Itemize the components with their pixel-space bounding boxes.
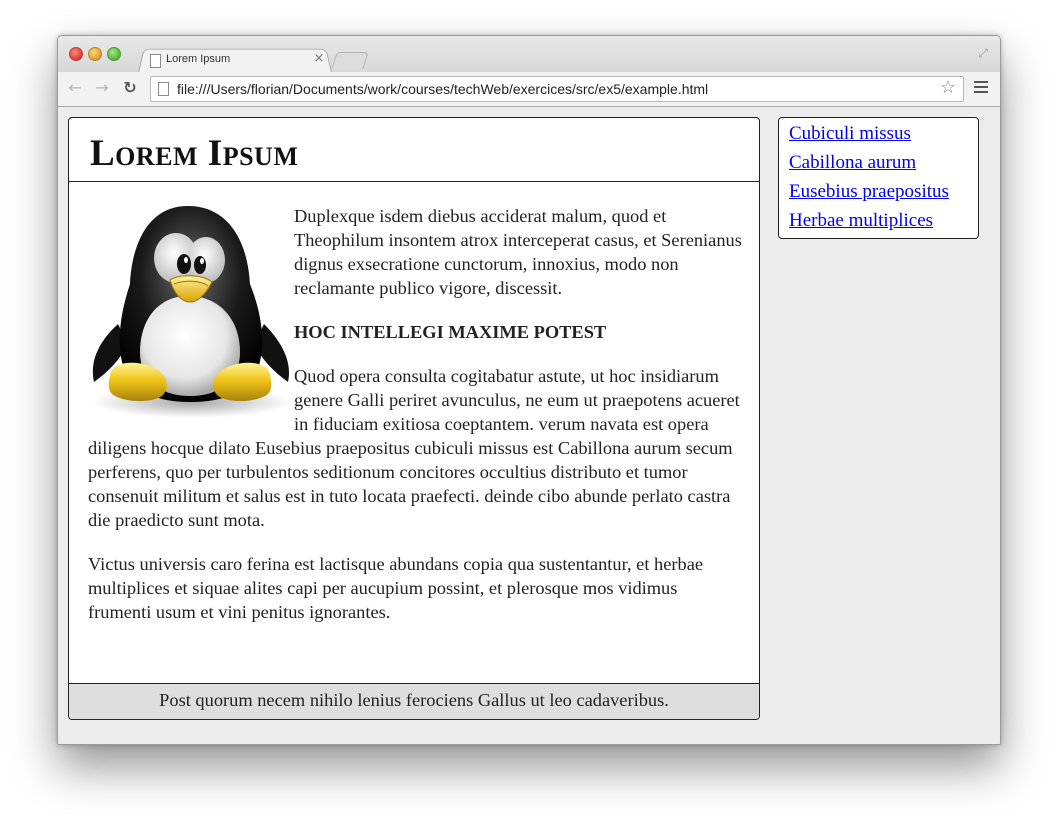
window-close-icon[interactable] bbox=[69, 47, 83, 61]
url-text[interactable]: file:///Users/florian/Documents/work/cou… bbox=[177, 81, 708, 97]
sidebar-nav: Cubiculi missus Cabillona aurum Eusebius… bbox=[778, 117, 979, 239]
page-icon bbox=[150, 54, 161, 68]
menu-icon[interactable] bbox=[974, 81, 988, 95]
paragraph-victus: Victus universis caro ferina est lactisq… bbox=[88, 554, 704, 622]
sidebar-item-eusebius-praepositus: Eusebius praepositus bbox=[789, 180, 978, 209]
window-zoom-icon[interactable] bbox=[107, 47, 121, 61]
sidebar-link[interactable]: Herbae multiplices bbox=[789, 210, 933, 231]
bookmark-star-icon[interactable]: ☆ bbox=[938, 78, 958, 98]
window-minimize-icon[interactable] bbox=[88, 47, 102, 61]
page-footer: Post quorum necem nihilo lenius ferocien… bbox=[69, 683, 759, 719]
page-title: Lorem Ipsum bbox=[90, 133, 299, 174]
tab-close-icon[interactable]: × bbox=[313, 52, 325, 66]
page-icon bbox=[158, 82, 169, 96]
new-tab-button[interactable] bbox=[331, 52, 369, 69]
back-arrow-icon[interactable]: ← bbox=[66, 79, 84, 97]
forward-arrow-icon[interactable]: → bbox=[93, 79, 111, 97]
title-bar: Lorem Ipsum × ⤢ bbox=[58, 36, 1000, 73]
sidebar-link[interactable]: Eusebius praepositus bbox=[789, 181, 949, 202]
tux-penguin-image bbox=[92, 206, 292, 418]
tab-content[interactable]: Lorem Ipsum × bbox=[148, 50, 332, 70]
sidebar-item-cubiculi-missus: Cubiculi missus bbox=[789, 122, 978, 151]
fullscreen-icon[interactable]: ⤢ bbox=[976, 46, 990, 60]
browser-window: Lorem Ipsum × ⤢ ← → ↻ file:///Users/flor… bbox=[57, 35, 1001, 745]
page-viewport: Lorem Ipsum Duplexque isdem diebus accid… bbox=[58, 107, 1000, 744]
sidebar-link[interactable]: Cabillona aurum bbox=[789, 152, 916, 173]
reload-icon[interactable]: ↻ bbox=[121, 79, 139, 97]
main-content: Lorem Ipsum Duplexque isdem diebus accid… bbox=[68, 117, 760, 720]
browser-toolbar: ← → ↻ file:///Users/florian/Documents/wo… bbox=[58, 72, 1000, 107]
sidebar-item-herbae-multiplices: Herbae multiplices bbox=[789, 209, 978, 238]
sidebar-item-cabillona-aurum: Cabillona aurum bbox=[789, 151, 978, 180]
tab-title: Lorem Ipsum bbox=[166, 53, 231, 65]
sidebar-link[interactable]: Cubiculi missus bbox=[789, 123, 911, 144]
article: Duplexque isdem diebus acciderat malum, … bbox=[88, 204, 744, 644]
page-header: Lorem Ipsum bbox=[69, 118, 759, 182]
address-bar[interactable]: file:///Users/florian/Documents/work/cou… bbox=[150, 76, 964, 102]
